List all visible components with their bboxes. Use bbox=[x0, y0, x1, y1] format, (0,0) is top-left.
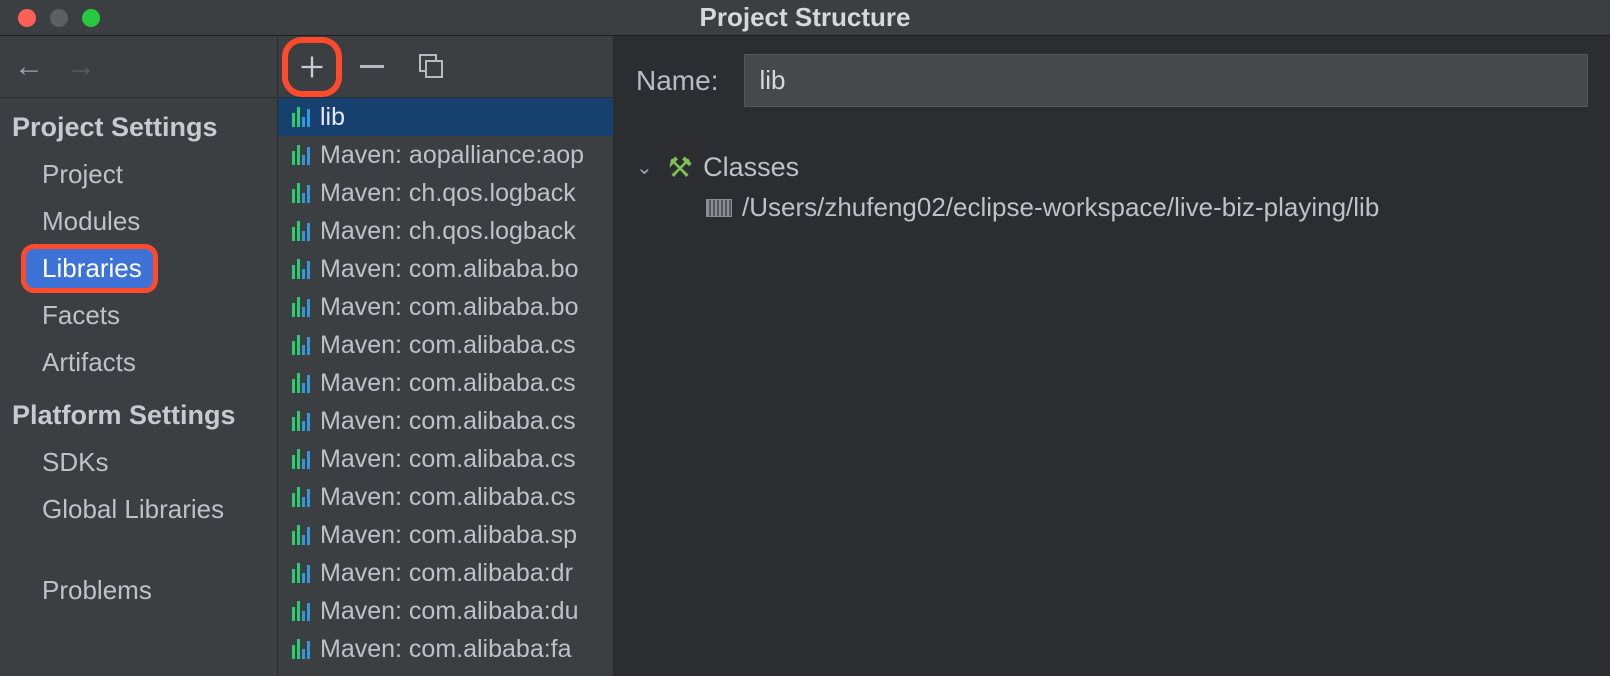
library-item-label: Maven: com.alibaba.sp bbox=[320, 521, 577, 550]
library-item[interactable]: Maven: com.alibaba.cs bbox=[278, 326, 613, 364]
library-item[interactable]: Maven: com.alibaba:fa bbox=[278, 630, 613, 668]
library-icon bbox=[292, 411, 310, 431]
library-icon bbox=[292, 259, 310, 279]
folder-icon bbox=[706, 199, 732, 217]
library-item-label: Maven: com.alibaba.cs bbox=[320, 483, 576, 512]
sidebar-item-facets[interactable]: Facets bbox=[0, 292, 277, 339]
sidebar-item-global-libraries[interactable]: Global Libraries bbox=[0, 486, 277, 533]
library-item-label: Maven: com.alibaba.cs bbox=[320, 407, 576, 436]
libraries-panel: lib Maven: aopalliance:aop Maven: ch.qos.l… bbox=[278, 36, 614, 676]
name-row: Name: bbox=[636, 54, 1588, 107]
library-item[interactable]: Maven: com.alibaba.sp bbox=[278, 516, 613, 554]
sidebar-item-artifacts[interactable]: Artifacts bbox=[0, 339, 277, 386]
library-item[interactable]: Maven: com.alibaba.bo bbox=[278, 288, 613, 326]
nav-back-icon[interactable]: ← bbox=[14, 50, 44, 84]
library-item[interactable]: Maven: ch.qos.logback bbox=[278, 212, 613, 250]
library-item[interactable]: Maven: com.alibaba.cs bbox=[278, 478, 613, 516]
name-label: Name: bbox=[636, 65, 718, 97]
library-item-label: Maven: ch.qos.logback bbox=[320, 217, 576, 246]
library-item-label: Maven: com.alibaba.bo bbox=[320, 293, 578, 322]
traffic-lights bbox=[0, 9, 100, 27]
classes-label: Classes bbox=[703, 152, 799, 183]
library-item[interactable]: Maven: com.alibaba.bo bbox=[278, 250, 613, 288]
library-icon bbox=[292, 487, 310, 507]
library-item-label: Maven: aopalliance:aop bbox=[320, 141, 584, 170]
library-icon bbox=[292, 297, 310, 317]
sidebar-item-problems[interactable]: Problems bbox=[0, 567, 277, 614]
library-item-label: Maven: com.alibaba.cs bbox=[320, 331, 576, 360]
title-bar: Project Structure bbox=[0, 0, 1610, 36]
sidebar-item-libraries[interactable]: Libraries bbox=[22, 245, 157, 292]
library-icon bbox=[292, 639, 310, 659]
chevron-down-icon[interactable]: ⌄ bbox=[636, 155, 658, 180]
library-name-input[interactable] bbox=[744, 54, 1588, 107]
zoom-window-dot[interactable] bbox=[82, 9, 100, 27]
remove-library-button[interactable] bbox=[352, 47, 392, 87]
window-title: Project Structure bbox=[700, 2, 911, 33]
library-item-label: lib bbox=[320, 103, 345, 132]
library-list[interactable]: lib Maven: aopalliance:aop Maven: ch.qos.l… bbox=[278, 98, 613, 676]
close-window-dot[interactable] bbox=[18, 9, 36, 27]
library-item-label: Maven: com.alibaba.bo bbox=[320, 255, 578, 284]
section-header-project-settings: Project Settings bbox=[0, 98, 277, 151]
section-header-platform-settings: Platform Settings bbox=[0, 386, 277, 439]
library-item[interactable]: Maven: aopalliance:aop bbox=[278, 136, 613, 174]
library-icon bbox=[292, 373, 310, 393]
minimize-window-dot[interactable] bbox=[50, 9, 68, 27]
library-icon bbox=[292, 107, 310, 127]
library-icon bbox=[292, 449, 310, 469]
library-icon bbox=[292, 601, 310, 621]
library-item[interactable]: lib bbox=[278, 98, 613, 136]
classes-path-row[interactable]: /Users/zhufeng02/eclipse-workspace/live-… bbox=[636, 188, 1588, 227]
library-item[interactable]: Maven: com.alibaba:du bbox=[278, 592, 613, 630]
library-icon bbox=[292, 221, 310, 241]
library-item-label: Maven: ch.qos.logback bbox=[320, 179, 576, 208]
library-item-label: Maven: com.alibaba.cs bbox=[320, 369, 576, 398]
library-item[interactable]: Maven: com.alibaba.cs bbox=[278, 364, 613, 402]
library-icon bbox=[292, 563, 310, 583]
sidebar-item-project[interactable]: Project bbox=[0, 151, 277, 198]
library-icon bbox=[292, 335, 310, 355]
detail-panel: Name: ⌄ ⚒ Classes /Users/zhufeng02/eclip… bbox=[614, 36, 1610, 676]
library-item-label: Maven: com.alibaba:dr bbox=[320, 559, 573, 588]
library-item-label: Maven: com.alibaba:fa bbox=[320, 635, 572, 664]
library-icon bbox=[292, 145, 310, 165]
library-item[interactable]: Maven: com.alibaba.cs bbox=[278, 440, 613, 478]
sidebar-item-modules[interactable]: Modules bbox=[0, 198, 277, 245]
library-item[interactable]: Maven: com.alibaba.cs bbox=[278, 402, 613, 440]
hammer-icon: ⚒ bbox=[668, 151, 693, 184]
library-item[interactable]: Maven: ch.qos.logback bbox=[278, 174, 613, 212]
sidebar-item-sdks[interactable]: SDKs bbox=[0, 439, 277, 486]
library-icon bbox=[292, 183, 310, 203]
library-icon bbox=[292, 525, 310, 545]
nav-bar: ← → bbox=[0, 36, 277, 98]
library-item-label: Maven: com.alibaba.cs bbox=[320, 445, 576, 474]
nav-forward-icon: → bbox=[66, 50, 96, 84]
libraries-toolbar bbox=[278, 36, 613, 98]
add-library-button[interactable] bbox=[292, 47, 332, 87]
library-item[interactable]: Maven: com.alibaba:dr bbox=[278, 554, 613, 592]
sidebar-left: ← → Project Settings Project Modules Lib… bbox=[0, 36, 278, 676]
copy-library-button[interactable] bbox=[412, 47, 452, 87]
library-item-label: Maven: com.alibaba:du bbox=[320, 597, 578, 626]
classes-tree-node[interactable]: ⌄ ⚒ Classes bbox=[636, 147, 1588, 188]
classes-path: /Users/zhufeng02/eclipse-workspace/live-… bbox=[742, 192, 1379, 223]
